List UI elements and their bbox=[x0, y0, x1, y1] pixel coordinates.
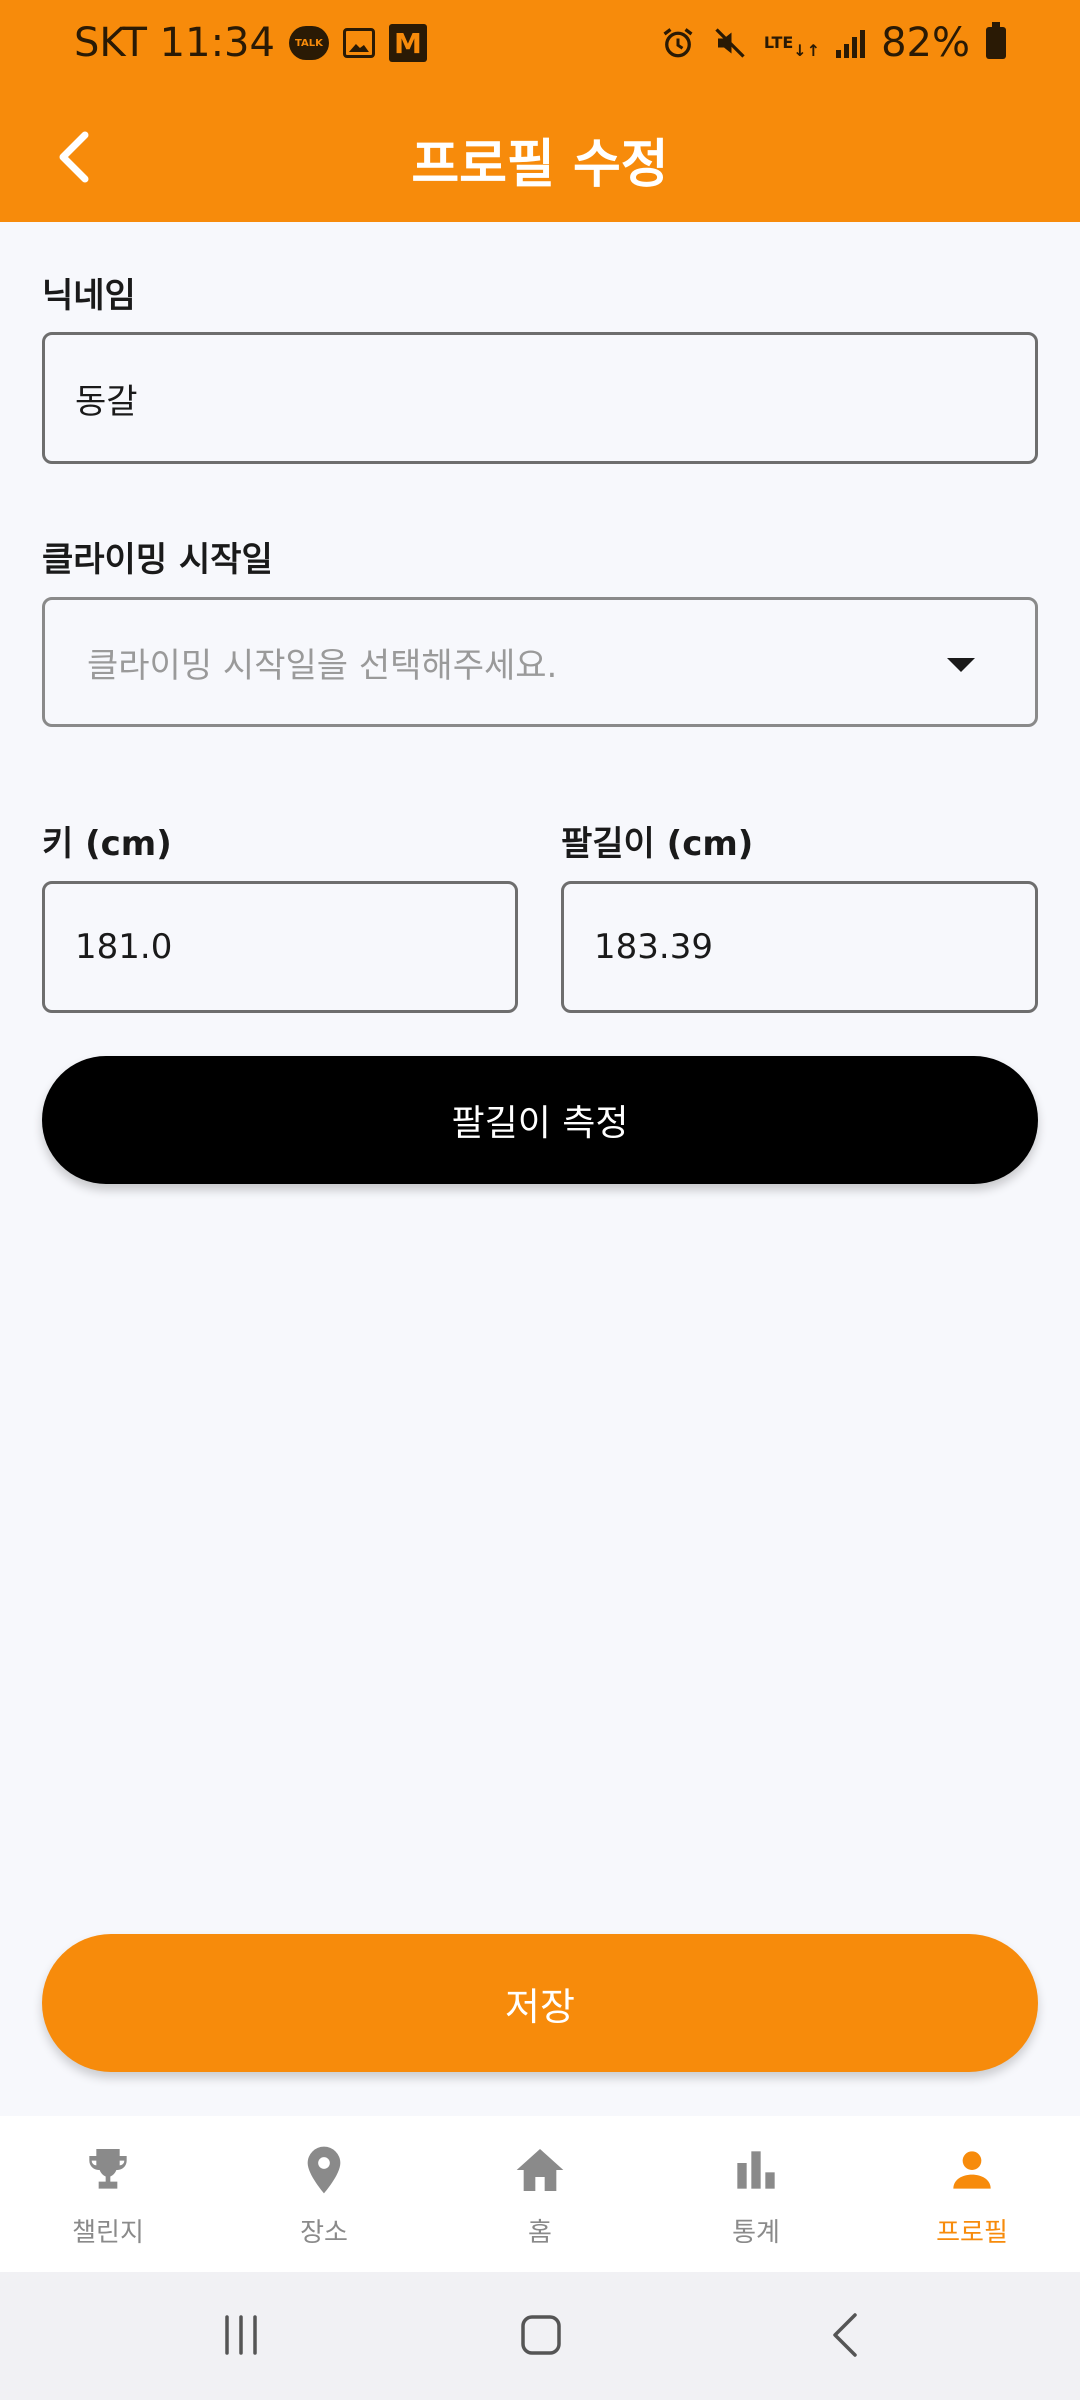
arm-span-field[interactable] bbox=[561, 881, 1038, 1013]
back-chevron-icon bbox=[833, 2313, 857, 2357]
carrier-time: SKT 11:34 bbox=[74, 20, 275, 66]
home-icon bbox=[516, 2149, 564, 2191]
battery-percent: 82% bbox=[881, 20, 970, 66]
recent-apps-button[interactable] bbox=[196, 2300, 286, 2370]
height-label: 키 (cm) bbox=[42, 824, 172, 864]
gallery-icon bbox=[342, 28, 375, 58]
height-field[interactable] bbox=[42, 881, 518, 1013]
nickname-input[interactable] bbox=[75, 378, 1035, 418]
height-input[interactable] bbox=[75, 927, 515, 967]
lte-icon: LTE ↓↑ bbox=[763, 33, 821, 60]
nav-item-stats[interactable]: 통계 bbox=[648, 2116, 864, 2272]
start-date-label: 클라이밍 시작일 bbox=[42, 540, 273, 580]
nav-item-profile[interactable]: 프로필 bbox=[864, 2116, 1080, 2272]
status-bar: SKT 11:34 TALK M LTE ↓↑ 82% bbox=[0, 0, 1080, 92]
nav-label-challenge: 챌린지 bbox=[72, 2218, 144, 2248]
bar-chart-icon bbox=[737, 2151, 775, 2189]
person-icon bbox=[953, 2151, 991, 2189]
system-nav-bar bbox=[0, 2272, 1080, 2400]
measure-arm-span-button[interactable]: 팔길이 측정 bbox=[42, 1056, 1038, 1184]
nav-label-profile: 프로필 bbox=[936, 2218, 1008, 2248]
save-button[interactable]: 저장 bbox=[42, 1934, 1038, 2072]
dropdown-arrow-icon bbox=[947, 658, 975, 672]
nav-item-home[interactable]: 홈 bbox=[432, 2116, 648, 2272]
signal-icon bbox=[836, 28, 866, 58]
kakaotalk-icon: TALK bbox=[288, 26, 329, 60]
top-bar: SKT 11:34 TALK M LTE ↓↑ 82% 프로필 수정 bbox=[0, 0, 1080, 222]
start-date-dropdown[interactable]: 클라이밍 시작일을 선택해주세요. bbox=[42, 597, 1038, 727]
back-system-button[interactable] bbox=[800, 2300, 890, 2370]
nav-label-stats: 통계 bbox=[732, 2218, 780, 2248]
profile-edit-screen: SKT 11:34 TALK M LTE ↓↑ 82% 프로필 수정 닉네임 동… bbox=[0, 0, 1080, 2400]
app-bar: 프로필 수정 bbox=[0, 92, 1080, 222]
nickname-label: 닉네임 bbox=[42, 276, 136, 316]
home-square-icon bbox=[521, 2315, 561, 2355]
mail-icon: M bbox=[388, 24, 427, 62]
page-title: 프로필 수정 bbox=[411, 135, 669, 195]
home-system-button[interactable] bbox=[496, 2300, 586, 2370]
recent-apps-icon bbox=[225, 2315, 257, 2355]
bottom-nav: 챌린지 장소 홈 통계 프로필 bbox=[0, 2116, 1080, 2272]
nav-item-challenge[interactable]: 챌린지 bbox=[0, 2116, 216, 2272]
nav-label-place: 장소 bbox=[300, 2218, 348, 2248]
nav-item-place[interactable]: 장소 bbox=[216, 2116, 432, 2272]
arm-span-label: 팔길이 (cm) bbox=[561, 824, 754, 864]
arm-span-input[interactable] bbox=[594, 927, 1035, 967]
mute-icon bbox=[712, 25, 748, 61]
start-date-placeholder: 클라이밍 시작일을 선택해주세요. bbox=[87, 645, 558, 686]
nickname-field[interactable] bbox=[42, 332, 1038, 464]
nav-label-home: 홈 bbox=[528, 2218, 552, 2248]
location-pin-icon bbox=[307, 2146, 341, 2194]
battery-icon bbox=[986, 22, 1006, 59]
trophy-icon bbox=[89, 2149, 127, 2189]
alarm-icon bbox=[660, 25, 696, 61]
